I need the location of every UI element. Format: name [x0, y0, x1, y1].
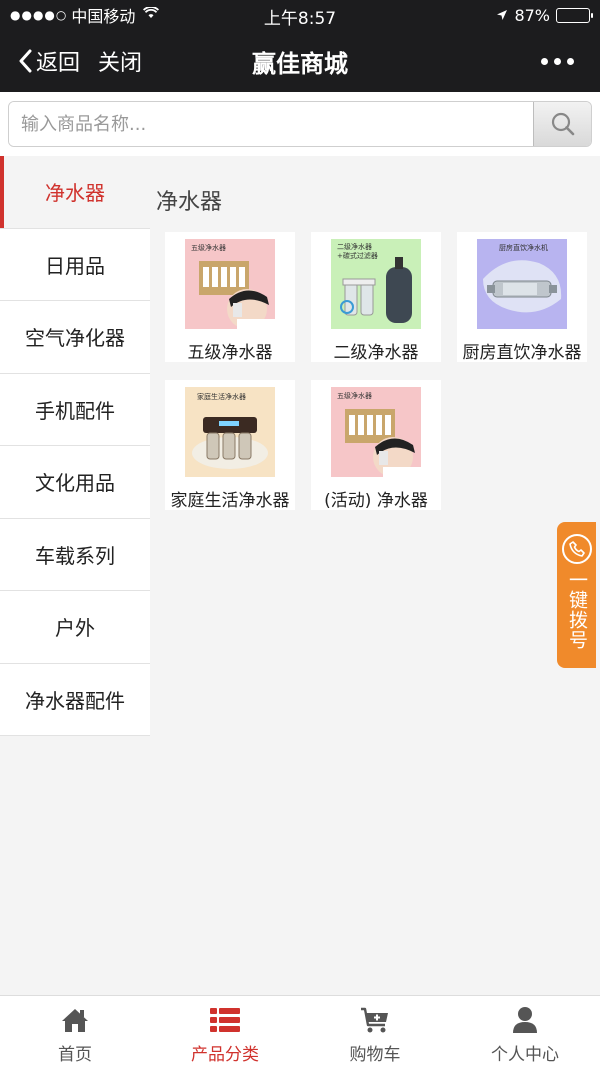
product-image: 家庭生活净水器 [185, 387, 275, 477]
product-name: 家庭生活净水器 [170, 491, 290, 511]
sidebar-item-air-purifier[interactable]: 空气净化器 [0, 301, 150, 374]
sidebar-item-stationery[interactable]: 文化用品 [0, 446, 150, 519]
product-image-caption: 五级净水器 [337, 392, 372, 400]
signal-icon: ●●●●○ [10, 8, 68, 22]
product-image: 五级净水器 [331, 387, 421, 477]
more-dot-icon [554, 57, 561, 65]
tab-label: 首页 [58, 1045, 92, 1065]
back-label: 返回 [36, 51, 81, 76]
list-icon [210, 1006, 240, 1034]
product-card[interactable]: 厨房直饮净水机 厨房直饮净水器 [457, 232, 587, 363]
product-grid: 五级净水器 五级净水器 二级净水器 +碳式过滤器 二级净水器 厨房直饮净水机 厨… [150, 232, 600, 532]
section-title: 净水器 [156, 190, 223, 215]
user-icon [512, 1006, 538, 1034]
carrier-label: 中国移动 [71, 7, 136, 26]
cart-icon [360, 1006, 390, 1034]
product-card[interactable]: 五级净水器 五级净水器 [165, 232, 295, 363]
product-name: (活动) 净水器 [324, 491, 428, 511]
sidebar-item-phone-accessories[interactable]: 手机配件 [0, 373, 150, 446]
phone-icon [561, 534, 592, 564]
top-bar: ●●●●○ 中国移动 上午8:57 87% 返回 关闭 赢佳商城 [0, 0, 600, 92]
close-button[interactable]: 关闭 [98, 45, 142, 77]
page-title: 赢佳商城 [252, 49, 348, 78]
more-dot-icon [541, 57, 548, 65]
quick-dial-label: 一键拨号 [566, 570, 588, 650]
tab-profile[interactable]: 个人中心 [450, 996, 600, 1067]
battery-icon [556, 7, 593, 23]
more-dot-icon [567, 57, 574, 65]
product-image-caption: 家庭生活净水器 [197, 393, 246, 401]
product-image-caption: 五级净水器 [191, 244, 226, 252]
search-icon [551, 112, 574, 136]
search-input[interactable] [9, 102, 533, 146]
chevron-left-icon [19, 49, 32, 73]
quick-dial-button[interactable]: 一键拨号 [557, 522, 596, 668]
home-icon [61, 1006, 89, 1034]
product-image-caption: 二级净水器 +碳式过滤器 [337, 243, 378, 261]
tab-cart[interactable]: 购物车 [300, 996, 450, 1067]
nav-bar: 返回 关闭 赢佳商城 [0, 30, 600, 92]
sidebar-item-purifier-parts[interactable]: 净水器配件 [0, 663, 150, 736]
category-sidebar: 净水器 日用品 空气净化器 手机配件 文化用品 车载系列 户外 净水器配件 [0, 156, 150, 736]
product-name: 五级净水器 [187, 343, 273, 363]
tab-home[interactable]: 首页 [0, 996, 150, 1067]
more-menu-button[interactable] [541, 57, 574, 65]
tab-categories[interactable]: 产品分类 [150, 996, 300, 1067]
search-box [8, 101, 592, 147]
product-name: 二级净水器 [333, 343, 419, 363]
product-card[interactable]: 五级净水器 (活动) 净水器 [311, 380, 441, 511]
product-name: 厨房直饮净水器 [462, 343, 582, 363]
location-icon [496, 6, 508, 25]
product-card[interactable]: 家庭生活净水器 家庭生活净水器 [165, 380, 295, 511]
product-card[interactable]: 二级净水器 +碳式过滤器 二级净水器 [311, 232, 441, 363]
sidebar-item-car-series[interactable]: 车载系列 [0, 518, 150, 591]
wifi-icon [143, 6, 160, 23]
battery-percent: 87% [514, 5, 550, 25]
status-bar: ●●●●○ 中国移动 上午8:57 87% [0, 0, 600, 30]
product-panel: 净水器 五级净水器 五级净水器 二级净水器 +碳式过滤器 二级净水器 厨房直饮净… [150, 156, 600, 532]
product-image-caption: 厨房直饮净水机 [499, 244, 548, 252]
product-image: 二级净水器 +碳式过滤器 [331, 239, 421, 329]
product-image: 五级净水器 [185, 239, 275, 329]
tab-label: 购物车 [349, 1045, 401, 1065]
search-button[interactable] [533, 102, 591, 146]
sidebar-item-daily-goods[interactable]: 日用品 [0, 228, 150, 301]
sidebar-item-water-purifier[interactable]: 净水器 [0, 156, 150, 229]
tab-label: 产品分类 [191, 1045, 259, 1065]
sidebar-item-outdoor[interactable]: 户外 [0, 591, 150, 664]
tab-label: 个人中心 [491, 1045, 559, 1065]
bottom-tab-bar: 首页 产品分类 购物车 个人中心 [0, 995, 600, 1067]
search-bar [0, 92, 600, 156]
product-image: 厨房直饮净水机 [477, 239, 567, 329]
back-button[interactable]: 返回 [18, 45, 80, 77]
